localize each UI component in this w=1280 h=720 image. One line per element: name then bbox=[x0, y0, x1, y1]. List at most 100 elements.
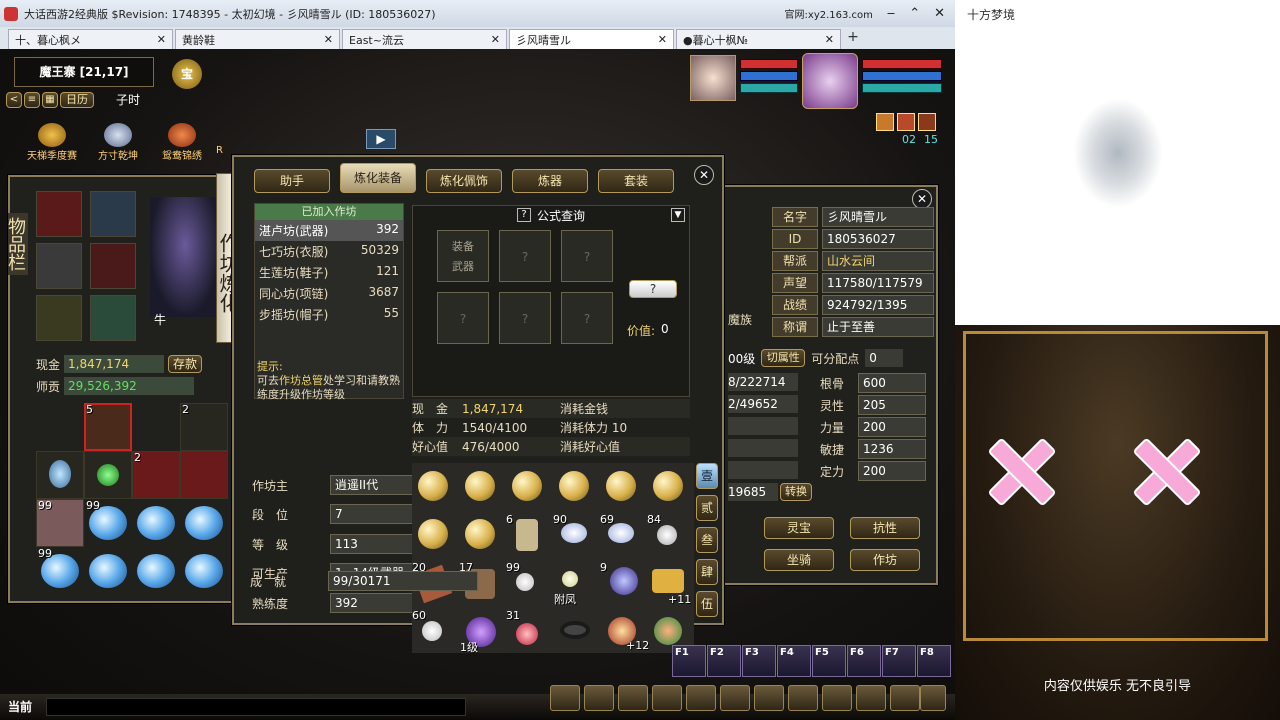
back-arrow-icon[interactable]: < bbox=[6, 91, 22, 108]
lantern-item[interactable] bbox=[465, 471, 495, 501]
close-window-button[interactable]: ✕ bbox=[934, 6, 945, 21]
workshop-item[interactable]: 七巧坊(衣服) 50329 bbox=[255, 241, 403, 262]
equip-slot-hat[interactable] bbox=[36, 191, 82, 237]
chat-channel-label[interactable]: 当前 bbox=[8, 698, 32, 715]
bag-crystal[interactable] bbox=[137, 554, 175, 588]
close-icon[interactable]: ✕ bbox=[157, 33, 166, 46]
bottom-menu-icon[interactable] bbox=[856, 685, 886, 711]
grid-page-tab-2[interactable]: 贰 bbox=[696, 495, 718, 521]
workshop-item[interactable]: 同心坊(项链) 3687 bbox=[255, 283, 403, 304]
hotkey-f4[interactable]: F4 bbox=[777, 645, 811, 677]
wood-item[interactable] bbox=[516, 519, 538, 551]
grid-page-tab-1[interactable]: 壹 bbox=[696, 463, 718, 489]
switch-attr-button[interactable]: 切属性 bbox=[761, 349, 806, 367]
hotkey-f5[interactable]: F5 bbox=[812, 645, 846, 677]
chest-item[interactable] bbox=[652, 569, 684, 593]
pearl-item[interactable] bbox=[516, 573, 534, 591]
workshop-button[interactable]: 作坊 bbox=[850, 549, 920, 571]
ladder-season-shortcut[interactable]: 天梯季度赛 bbox=[20, 123, 84, 162]
list-icon[interactable]: ≡ bbox=[24, 91, 40, 108]
workshop-item[interactable]: 生莲坊(鞋子) 121 bbox=[255, 262, 403, 283]
hotkey-f7[interactable]: F7 bbox=[882, 645, 916, 677]
chat-input[interactable] bbox=[46, 698, 466, 716]
bottom-menu-icon[interactable] bbox=[788, 685, 818, 711]
grid-page-tab-5[interactable]: 伍 bbox=[696, 591, 718, 617]
equip-slot-weapon[interactable] bbox=[36, 243, 82, 289]
lantern-item[interactable] bbox=[418, 471, 448, 501]
lingbao-button[interactable]: 灵宝 bbox=[764, 517, 834, 539]
treasure-badge[interactable]: 宝 bbox=[172, 59, 202, 89]
workshop-manager-link[interactable]: 作坊总管 bbox=[279, 374, 323, 387]
hotkey-f8[interactable]: F8 bbox=[917, 645, 951, 677]
grid-page-tab-4[interactable]: 肆 bbox=[696, 559, 718, 585]
pet-portrait[interactable] bbox=[690, 55, 736, 101]
r-shortcut[interactable]: R bbox=[216, 145, 223, 156]
material-slot[interactable]: ? bbox=[561, 292, 613, 344]
close-icon[interactable]: ✕ bbox=[825, 33, 834, 46]
tab-refine-tool[interactable]: 炼器 bbox=[512, 169, 588, 193]
buff-icon[interactable] bbox=[876, 113, 894, 131]
material-slot[interactable]: ? bbox=[499, 292, 551, 344]
tab-assistant[interactable]: 助手 bbox=[254, 169, 330, 193]
close-icon[interactable]: ✕ bbox=[491, 33, 500, 46]
player-portrait[interactable] bbox=[802, 53, 858, 109]
minimize-button[interactable]: ‒ bbox=[887, 6, 895, 21]
bottom-menu-icon[interactable] bbox=[686, 685, 716, 711]
bottom-menu-icon[interactable] bbox=[822, 685, 852, 711]
transfer-button[interactable]: 转换 bbox=[780, 483, 812, 501]
pearl-item[interactable] bbox=[422, 621, 442, 641]
bag-slot[interactable] bbox=[180, 451, 228, 499]
account-tab-1[interactable]: 十、暮心枫メ ✕ bbox=[8, 29, 173, 49]
bottom-menu-icon[interactable] bbox=[584, 685, 614, 711]
buff-icon[interactable] bbox=[918, 113, 936, 131]
fenghuang-item[interactable] bbox=[562, 571, 578, 587]
equip-slot-belt[interactable] bbox=[36, 295, 82, 341]
lantern-item[interactable] bbox=[465, 519, 495, 549]
tab-refine-equipment[interactable]: 炼化装备 bbox=[340, 163, 416, 193]
new-tab-button[interactable]: + bbox=[843, 29, 863, 49]
tab-refine-accessory[interactable]: 炼化佩饰 bbox=[426, 169, 502, 193]
bag-crystal[interactable] bbox=[185, 506, 223, 540]
material-slot[interactable]: 装备 武器 bbox=[437, 230, 489, 282]
bag-crystal[interactable] bbox=[89, 554, 127, 588]
close-icon[interactable]: ✕ bbox=[658, 33, 667, 46]
resistance-button[interactable]: 抗性 bbox=[850, 517, 920, 539]
equip-slot-necklace[interactable] bbox=[90, 191, 136, 237]
equip-slot-shoes[interactable] bbox=[90, 295, 136, 341]
pearl-item[interactable] bbox=[608, 523, 634, 543]
bag-crystal[interactable] bbox=[185, 554, 223, 588]
hotkey-f6[interactable]: F6 bbox=[847, 645, 881, 677]
lantern-item[interactable] bbox=[512, 471, 542, 501]
lantern-item[interactable] bbox=[418, 519, 448, 549]
bottom-menu-icon[interactable] bbox=[890, 685, 920, 711]
chevron-down-icon[interactable]: ▼ bbox=[671, 208, 685, 222]
purple-orb-item[interactable] bbox=[610, 567, 638, 595]
bottom-menu-icon[interactable] bbox=[652, 685, 682, 711]
hotkey-f1[interactable]: F1 bbox=[672, 645, 706, 677]
lantern-item[interactable] bbox=[653, 471, 683, 501]
mount-button[interactable]: 坐骑 bbox=[764, 549, 834, 571]
red-orb-item[interactable] bbox=[516, 623, 538, 645]
account-tab-3[interactable]: East~流云 ✕ bbox=[342, 29, 507, 49]
hotkey-f2[interactable]: F2 bbox=[707, 645, 741, 677]
workshop-item[interactable]: 步摇坊(帽子) 55 bbox=[255, 304, 403, 325]
grid-icon[interactable]: ▦ bbox=[42, 91, 58, 108]
close-icon[interactable]: ✕ bbox=[324, 33, 333, 46]
bag-slot[interactable] bbox=[84, 451, 132, 499]
grid-page-tab-3[interactable]: 叁 bbox=[696, 527, 718, 553]
close-craft-button[interactable]: ✕ bbox=[694, 165, 714, 185]
account-tab-5[interactable]: ●暮心十枫№ ✕ bbox=[676, 29, 841, 49]
account-tab-2[interactable]: 黄龄鞋 ✕ bbox=[175, 29, 340, 49]
orb-item[interactable] bbox=[657, 525, 677, 545]
brocade-shortcut[interactable]: 鸳鸯锦绣 bbox=[152, 123, 212, 162]
tab-set[interactable]: 套装 bbox=[598, 169, 674, 193]
yin-yang-icon[interactable] bbox=[754, 685, 784, 711]
ring-item[interactable] bbox=[560, 621, 590, 639]
close-profile-button[interactable]: ✕ bbox=[912, 189, 932, 209]
workshop-item[interactable]: 湛卢坊(武器) 392 bbox=[255, 220, 403, 241]
material-slot[interactable]: ? bbox=[561, 230, 613, 282]
lantern-item[interactable] bbox=[606, 471, 636, 501]
bottom-menu-icon[interactable] bbox=[920, 685, 946, 711]
flower-item[interactable] bbox=[654, 617, 682, 645]
hotkey-f3[interactable]: F3 bbox=[742, 645, 776, 677]
